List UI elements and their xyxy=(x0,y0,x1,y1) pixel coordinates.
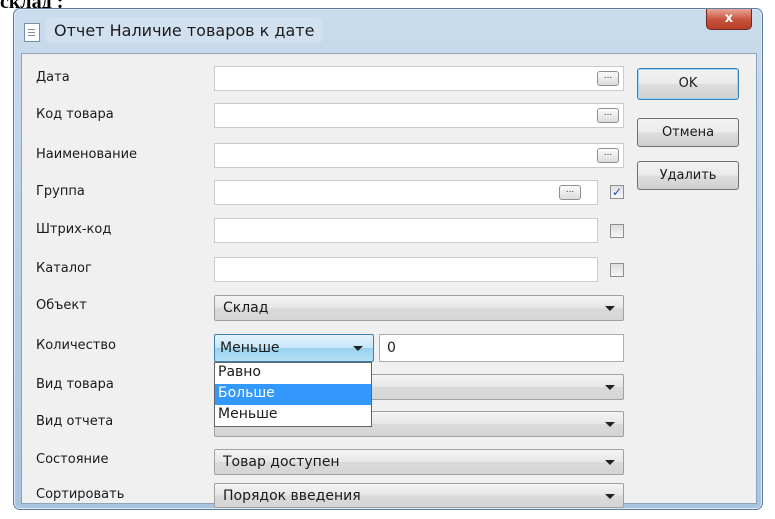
title-bar[interactable]: Отчет Наличие товаров к дате x xyxy=(14,9,762,53)
dropdown-option[interactable]: Меньше xyxy=(215,405,371,426)
catalog-field[interactable] xyxy=(214,257,598,282)
item-type-label: Вид товара xyxy=(36,377,114,392)
dropdown-option-selected[interactable]: Больше xyxy=(215,384,371,405)
object-value: Склад xyxy=(223,300,269,316)
delete-button[interactable]: Удалить xyxy=(637,161,739,190)
dialog-body: Дата ... Код товара ... Наименование ...… xyxy=(21,53,757,508)
ok-button[interactable]: OK xyxy=(637,68,739,100)
code-label: Код товара xyxy=(36,107,114,122)
chevron-down-icon xyxy=(605,306,615,311)
sort-label: Сортировать xyxy=(36,487,125,502)
chevron-down-icon xyxy=(353,346,363,351)
date-label: Дата xyxy=(36,70,70,85)
chevron-down-icon xyxy=(605,494,615,499)
group-label: Группа xyxy=(36,184,85,199)
dropdown-option[interactable]: Равно xyxy=(215,363,371,384)
name-field[interactable]: ... xyxy=(214,143,624,168)
date-browse-button[interactable]: ... xyxy=(597,71,619,86)
quantity-operator-select[interactable]: Меньше xyxy=(214,334,374,362)
group-field[interactable]: ... xyxy=(214,180,598,205)
code-browse-button[interactable]: ... xyxy=(597,108,619,123)
document-icon xyxy=(24,23,40,42)
report-type-label: Вид отчета xyxy=(36,414,114,429)
quantity-label: Количество xyxy=(36,338,116,353)
code-field[interactable]: ... xyxy=(214,103,624,128)
chevron-down-icon xyxy=(605,385,615,390)
object-label: Объект xyxy=(36,298,87,313)
window-title: Отчет Наличие товаров к дате xyxy=(46,18,323,43)
quantity-operator-dropdown: Равно Больше Меньше xyxy=(214,362,372,427)
close-button[interactable]: x xyxy=(706,9,752,30)
catalog-label: Каталог xyxy=(36,261,92,276)
state-select[interactable]: Товар доступен xyxy=(214,449,624,475)
sort-select[interactable]: Порядок введения xyxy=(214,483,624,508)
object-select[interactable]: Склад xyxy=(214,295,624,321)
group-checkbox[interactable]: ✓ xyxy=(610,185,624,199)
state-label: Состояние xyxy=(36,452,109,467)
group-browse-button[interactable]: ... xyxy=(559,185,581,200)
cancel-button[interactable]: Отмена xyxy=(637,118,739,147)
state-value: Товар доступен xyxy=(223,454,340,470)
barcode-field[interactable] xyxy=(214,218,598,243)
name-browse-button[interactable]: ... xyxy=(597,148,619,163)
chevron-down-icon xyxy=(605,460,615,465)
quantity-operator-value: Меньше xyxy=(220,340,280,356)
date-field[interactable]: ... xyxy=(214,66,624,91)
name-label: Наименование xyxy=(36,147,138,162)
chevron-down-icon xyxy=(605,422,615,427)
catalog-checkbox[interactable] xyxy=(610,263,624,277)
sort-value: Порядок введения xyxy=(223,488,361,504)
quantity-input[interactable]: 0 xyxy=(379,334,624,362)
barcode-checkbox[interactable] xyxy=(610,224,624,238)
barcode-label: Штрих-код xyxy=(36,222,112,237)
report-dialog: Отчет Наличие товаров к дате x Дата ... … xyxy=(13,8,763,510)
